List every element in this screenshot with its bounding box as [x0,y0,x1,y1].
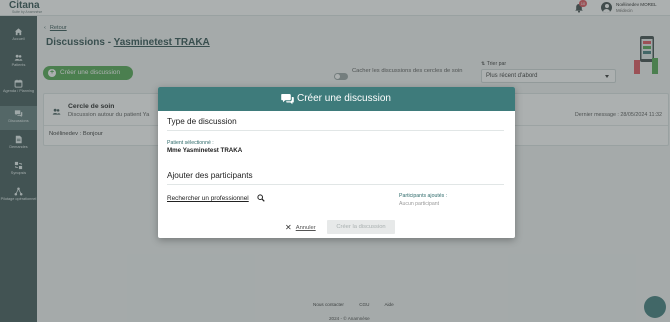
chat-bubbles-icon [281,94,294,105]
search-icon[interactable] [257,194,265,202]
no-participant-text: Aucun participant [399,201,440,207]
type-section-title: Type de discussion [167,117,237,126]
modal-header: Créer une discussion [158,87,515,111]
cancel-label: Annuler [295,225,316,231]
close-icon: ✕ [285,223,292,232]
added-participants-label: Participants ajoutés : [399,193,448,199]
create-discussion-submit-button[interactable]: Créer la discussion [327,220,395,234]
modal-title: Créer une discussion [297,93,391,104]
selected-patient-value: Mme Yasminetest TRAKA [167,147,243,154]
section-divider [167,130,504,131]
participants-section-title: Ajouter des participants [167,171,253,180]
section-divider [167,184,504,185]
create-discussion-modal: Créer une discussion Type de discussion … [158,87,515,238]
search-professional-link[interactable]: Rechercher un professionnel [167,195,249,202]
cancel-button[interactable]: ✕ Annuler [285,223,316,232]
selected-patient-label: Patient sélectionné : [167,140,214,146]
